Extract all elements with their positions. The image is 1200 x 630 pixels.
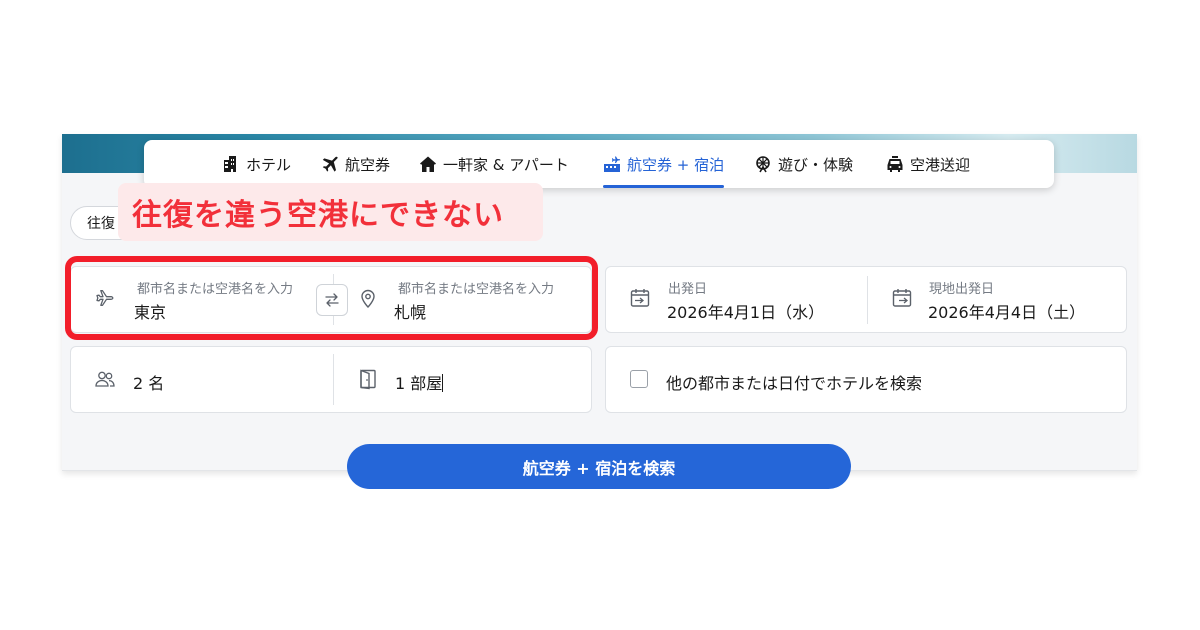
hotel-option-checkbox[interactable] [630,370,648,388]
return-value: 2026年4月4日（土） [928,303,1086,322]
tab-airport-transfer[interactable]: 空港送迎 [886,140,970,188]
annotation-text: 往復を違う空港にできない [132,198,504,233]
people-icon [95,371,115,387]
depart-value: 2026年4月1日（水） [667,303,825,322]
tab-label: 空港送迎 [910,155,971,174]
calendar-depart-icon [630,289,650,307]
ferris-wheel-icon [756,156,770,173]
tab-flight-hotel[interactable]: 航空券 + 宿泊 [603,140,725,188]
dates-divider [867,276,868,324]
tab-label: 航空券 [345,155,391,174]
calendar-return-icon [892,289,912,307]
annotation-callout: 往復を違う空港にできない [118,183,543,241]
return-label: 現地出発日 [929,282,995,297]
depart-label: 出発日 [668,282,708,297]
tab-label: 一軒家 & アパート [443,155,569,174]
door-icon [360,369,376,390]
highlight-frame [65,256,598,340]
product-tabs: ホテル 航空券 一軒家 & アパート 航空券 + 宿泊 遊び・体験 空港送迎 [144,140,1054,188]
car-icon [887,156,903,172]
tab-label: 航空券 + 宿泊 [627,155,725,174]
guests-value: 2 名 [133,374,165,393]
tab-label: ホテル [246,155,292,174]
rooms-value: 1 部屋 [395,374,444,393]
tab-flights[interactable]: 航空券 [321,140,390,188]
building-icon [224,156,236,172]
house-icon [420,156,436,172]
tab-activities[interactable]: 遊び・体験 [754,140,853,188]
search-button-label: 航空券 + 宿泊を検索 [522,458,676,478]
airplane-icon [322,156,338,172]
tab-vacation-rentals[interactable]: 一軒家 & アパート [419,140,569,188]
flight-hotel-icon [604,156,620,172]
search-button[interactable]: 航空券 + 宿泊を検索 [347,444,851,489]
hotel-option-label: 他の都市または日付でホテルを検索 [666,374,923,393]
tab-label: 遊び・体験 [778,155,854,174]
occupancy-divider [333,354,334,405]
trip-type-label: 往復 [87,216,115,232]
tab-hotel[interactable]: ホテル [222,140,291,188]
